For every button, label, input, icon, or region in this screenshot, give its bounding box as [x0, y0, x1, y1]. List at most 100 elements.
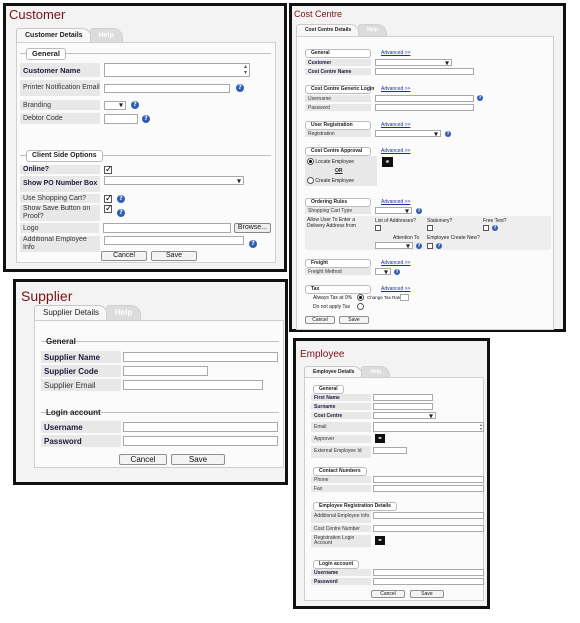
- create-employee-radio[interactable]: [307, 177, 314, 184]
- tab-supplier-details[interactable]: Supplier Details: [34, 305, 109, 320]
- attention-to-select[interactable]: [375, 242, 413, 249]
- stationery-checkbox[interactable]: [427, 225, 433, 231]
- advanced-link[interactable]: Advanced >>: [381, 286, 410, 292]
- list-of-addresses-checkbox[interactable]: [375, 225, 381, 231]
- cost-centre-title: Cost Centre: [294, 9, 343, 19]
- binoculars-icon[interactable]: ⚭: [375, 536, 385, 545]
- advanced-link[interactable]: Advanced >>: [381, 122, 410, 128]
- tab-cost-centre-details[interactable]: Cost Centre Details: [296, 24, 361, 36]
- label-online: Online?: [20, 165, 100, 174]
- help-icon[interactable]: ?: [117, 194, 125, 203]
- save-button[interactable]: Save: [171, 454, 225, 465]
- label-username: Username: [305, 95, 371, 102]
- free-text-checkbox[interactable]: [483, 225, 489, 231]
- label-supplier-name: Supplier Name: [41, 351, 121, 363]
- debtor-code-input[interactable]: [104, 113, 138, 124]
- cost-centre-select[interactable]: [373, 412, 436, 419]
- show-po-number-select[interactable]: [104, 176, 244, 185]
- advanced-link[interactable]: Advanced >>: [381, 86, 410, 92]
- label-debtor-code: Debtor Code: [20, 113, 100, 124]
- supplier-title: Supplier: [21, 288, 73, 304]
- customer-name-input[interactable]: ▴ ▾: [104, 63, 250, 77]
- browse-button[interactable]: Browse...: [233, 223, 271, 233]
- help-icon[interactable]: ?: [131, 101, 139, 109]
- cancel-button[interactable]: Cancel: [371, 590, 405, 598]
- username-input[interactable]: [373, 569, 484, 576]
- tab-help[interactable]: Help: [106, 305, 142, 320]
- tab-employee-details[interactable]: Employee Details: [304, 366, 364, 377]
- cancel-button[interactable]: Cancel: [101, 251, 147, 261]
- label-logo: Logo: [20, 223, 99, 233]
- section-client-side-options: Client Side Options: [26, 150, 103, 162]
- logo-file-input[interactable]: [102, 223, 231, 233]
- first-name-input[interactable]: [373, 394, 433, 401]
- section-cost-centre-approval: Cost Centre Approval: [305, 147, 371, 156]
- help-icon[interactable]: ?: [249, 240, 257, 248]
- additional-employee-info-input[interactable]: [373, 512, 484, 519]
- freight-method-select[interactable]: [375, 268, 391, 275]
- cancel-button[interactable]: Cancel: [305, 316, 335, 324]
- section-freight: Freight: [305, 259, 371, 268]
- help-icon[interactable]: ?: [492, 225, 498, 231]
- customer-select[interactable]: [375, 59, 452, 66]
- supplier-email-input[interactable]: [123, 380, 263, 390]
- help-icon[interactable]: ?: [445, 131, 451, 137]
- label-supplier-email: Supplier Email: [41, 379, 121, 391]
- advanced-link[interactable]: Advanced >>: [381, 260, 410, 266]
- external-employee-id-input[interactable]: [373, 447, 407, 454]
- supplier-name-input[interactable]: [123, 352, 278, 362]
- help-icon[interactable]: ?: [477, 95, 483, 101]
- employee-window: Employee Employee Details Help General F…: [293, 338, 490, 609]
- locate-employee-radio[interactable]: [307, 158, 314, 165]
- username-input[interactable]: [123, 422, 278, 432]
- help-icon[interactable]: ?: [436, 243, 442, 249]
- advanced-link[interactable]: Advanced >>: [381, 148, 410, 154]
- supplier-code-input[interactable]: [123, 366, 208, 376]
- advanced-link[interactable]: Advanced >>: [381, 50, 410, 56]
- email-input[interactable]: ▴ ▾: [373, 422, 484, 432]
- printer-notification-email-input[interactable]: [104, 83, 230, 93]
- tab-customer-details[interactable]: Customer Details: [16, 28, 92, 42]
- help-icon[interactable]: ?: [236, 84, 244, 92]
- shopping-cart-type-select[interactable]: [375, 207, 412, 214]
- registration-select[interactable]: [375, 130, 441, 137]
- label-always-tax: Always Tax at 0%: [313, 295, 353, 301]
- help-icon[interactable]: ?: [117, 209, 125, 217]
- username-input[interactable]: [375, 95, 474, 102]
- password-input[interactable]: [123, 436, 278, 446]
- cost-centre-number-input[interactable]: [373, 525, 484, 532]
- binoculars-icon[interactable]: ⚭: [375, 434, 385, 443]
- label-password: Password: [305, 104, 371, 111]
- use-shopping-cart-checkbox[interactable]: [104, 193, 113, 204]
- advanced-link[interactable]: Advanced >>: [381, 199, 410, 205]
- always-tax-radio[interactable]: [357, 294, 364, 301]
- password-input[interactable]: [373, 578, 484, 585]
- employee-create-new-checkbox[interactable]: [427, 243, 433, 249]
- label-freight-method: Freight Method: [305, 268, 371, 275]
- help-icon[interactable]: ?: [142, 114, 150, 123]
- save-button[interactable]: Save: [339, 316, 369, 324]
- section-login-account: Login account: [313, 560, 360, 569]
- surname-input[interactable]: [373, 403, 433, 410]
- help-icon[interactable]: ?: [416, 208, 422, 214]
- section-ordering-rules: Ordering Rules: [305, 198, 371, 207]
- help-icon[interactable]: ?: [394, 269, 400, 275]
- branding-select[interactable]: [104, 100, 126, 110]
- additional-employee-info-input[interactable]: [104, 236, 244, 245]
- phone-input[interactable]: [373, 476, 484, 483]
- tab-help[interactable]: Help: [361, 366, 391, 377]
- online-checkbox[interactable]: [104, 164, 113, 175]
- cost-centre-name-input[interactable]: [375, 68, 474, 75]
- tab-help[interactable]: Help: [358, 24, 387, 36]
- save-button[interactable]: Save: [151, 251, 197, 261]
- save-button[interactable]: Save: [410, 590, 444, 598]
- help-icon[interactable]: ?: [416, 243, 422, 249]
- tax-rate-input[interactable]: [400, 294, 409, 301]
- show-save-button-checkbox[interactable]: [104, 203, 113, 214]
- fax-input[interactable]: [373, 485, 484, 492]
- do-not-apply-tax-radio[interactable]: [357, 303, 364, 310]
- password-input[interactable]: [375, 104, 474, 111]
- binoculars-icon[interactable]: ⚭: [382, 157, 393, 167]
- tab-help[interactable]: Help: [89, 28, 123, 42]
- cancel-button[interactable]: Cancel: [119, 454, 167, 465]
